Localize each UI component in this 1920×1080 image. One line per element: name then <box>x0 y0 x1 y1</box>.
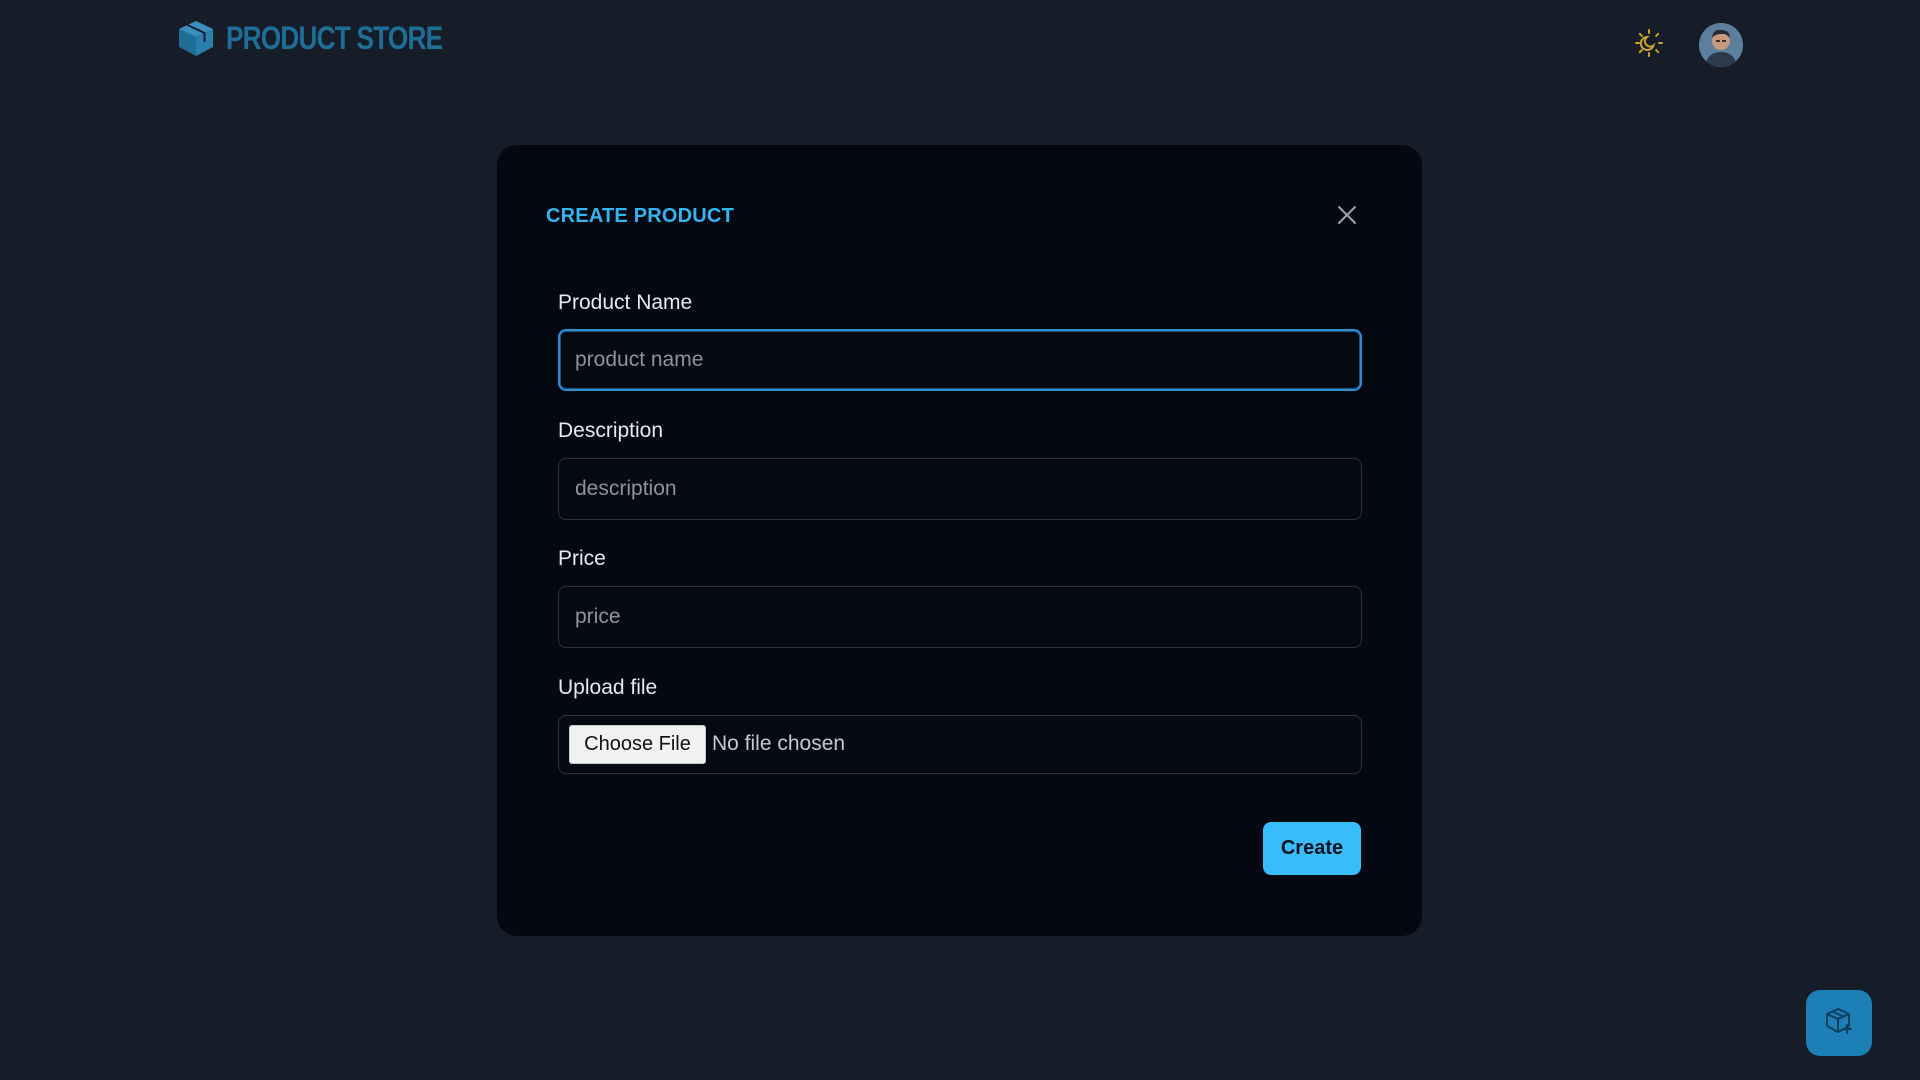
choose-file-button[interactable]: Choose File <box>569 725 706 764</box>
theme-toggle-button[interactable] <box>1632 28 1666 62</box>
brand-logo[interactable]: PRODUCT STORE <box>176 18 490 58</box>
upload-file-label: Upload file <box>558 676 658 699</box>
create-product-modal: CREATE PRODUCT Product Name Description … <box>497 145 1422 936</box>
close-button[interactable] <box>1334 204 1360 230</box>
cube-icon <box>176 18 216 58</box>
page: PRODUCT STORE CREATE PRODUCT Product Nam… <box>0 0 1920 1080</box>
sun-moon-icon <box>1634 28 1664 62</box>
close-icon <box>1337 205 1357 229</box>
brand-name: PRODUCT STORE <box>226 19 443 56</box>
description-input[interactable] <box>558 458 1362 520</box>
user-avatar[interactable] <box>1699 23 1743 67</box>
product-name-input[interactable] <box>558 329 1362 391</box>
file-upload-field[interactable]: Choose File No file chosen <box>558 715 1362 774</box>
add-product-icon <box>1824 1006 1854 1040</box>
price-input[interactable] <box>558 586 1362 648</box>
file-status-text: No file chosen <box>712 732 846 755</box>
description-label: Description <box>558 419 664 442</box>
add-product-button[interactable] <box>1806 990 1872 1056</box>
create-button[interactable]: Create <box>1263 822 1361 875</box>
modal-title: CREATE PRODUCT <box>546 205 734 227</box>
product-name-label: Product Name <box>558 291 693 314</box>
price-label: Price <box>558 547 606 570</box>
